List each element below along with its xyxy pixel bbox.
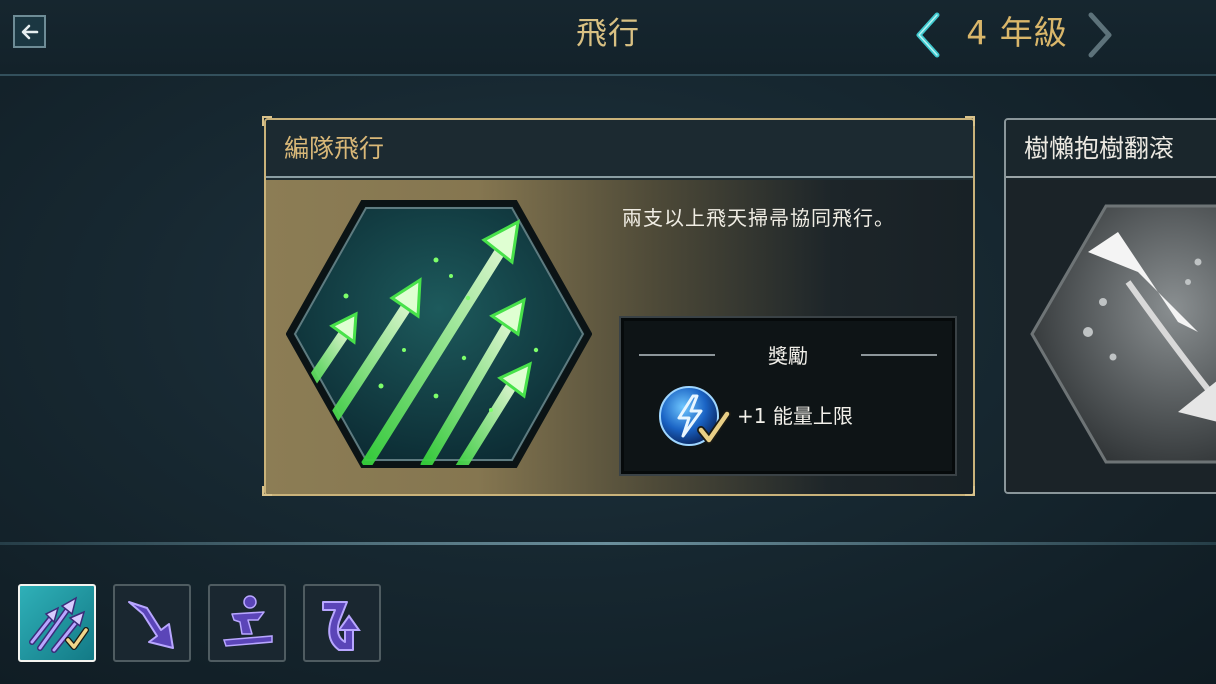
skill-tab-dive[interactable] [113,584,191,662]
divider [861,354,937,356]
dive-arrow-icon [128,601,174,649]
sloth-roll-icon [1030,204,1216,464]
divider [0,542,1216,545]
card-header: 樹懶抱樹翻滾 [1006,120,1216,178]
formation-arrows-icon [286,200,592,468]
frame-corner [965,116,975,126]
skill-tab-hook-turn[interactable] [303,584,381,662]
year-label: 4 年級 [966,13,1068,52]
energy-bolt-check-icon [659,386,731,446]
chevron-left-icon [916,12,940,58]
top-bar: 飛行 4 年級 [0,0,1216,76]
next-year-button[interactable] [1084,10,1118,60]
skill-card[interactable]: 樹懶抱樹翻滾 [1004,118,1216,494]
hook-turn-arrow-icon [322,601,361,651]
card-body [1006,180,1216,492]
frame-corner [262,486,272,496]
card-header: 編隊飛行 [266,120,973,178]
chevron-right-icon [1088,12,1112,58]
formation-arrows-check-icon [29,596,89,653]
skill-tab-broom-rider[interactable] [208,584,286,662]
prev-year-button[interactable] [910,10,944,60]
reward-panel: 獎勵 +1 能量上限 [619,316,957,476]
frame-corner [262,116,272,126]
broom-rider-icon [222,595,273,647]
skill-description: 兩支以上飛天掃帚協同飛行。 [622,206,895,230]
card-title: 樹懶抱樹翻滾 [1024,134,1175,163]
reward-text: +1 能量上限 [737,404,853,428]
frame-corner [965,486,975,496]
card-title: 編隊飛行 [284,134,385,163]
skill-tab-formation[interactable] [18,584,96,662]
